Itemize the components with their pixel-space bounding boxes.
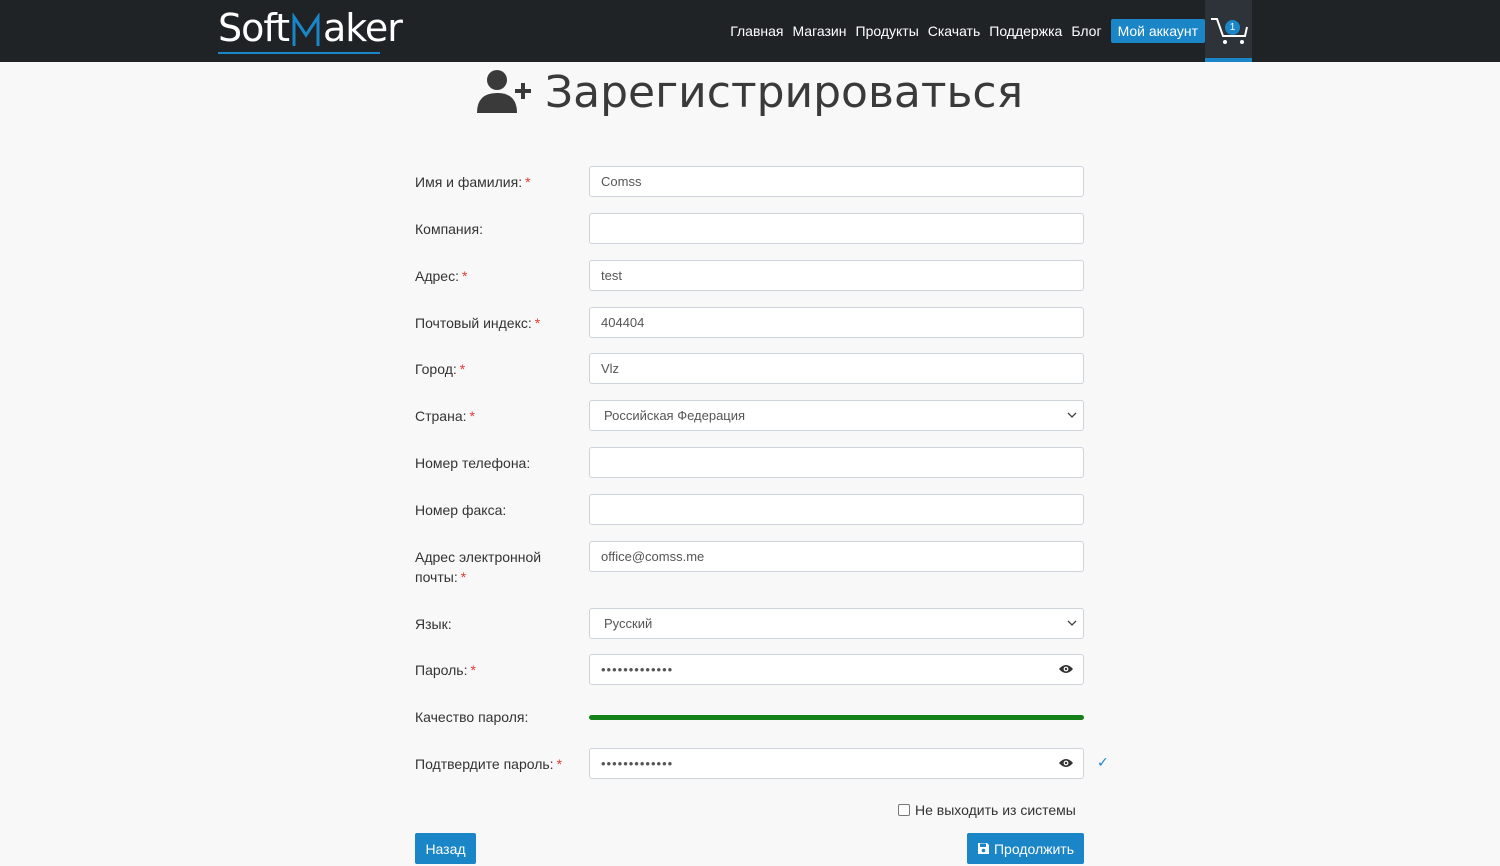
cart-button[interactable]: 1 xyxy=(1205,0,1252,62)
phone-label: Номер телефона: xyxy=(415,455,531,471)
zip-label: Почтовый индекс: * xyxy=(415,315,541,331)
save-icon xyxy=(977,843,989,854)
nav-download[interactable]: Скачать xyxy=(928,23,981,39)
page-title-text: Зарегистрироваться xyxy=(544,66,1024,118)
eye-icon[interactable] xyxy=(1058,663,1074,675)
fax-label: Номер факса: xyxy=(415,502,507,518)
confirm-password-value: ••••••••••••• xyxy=(601,756,674,771)
name-input[interactable]: Comss xyxy=(589,166,1084,197)
fax-input[interactable] xyxy=(589,494,1084,525)
language-select-value: Русский xyxy=(604,616,653,631)
nav-home[interactable]: Главная xyxy=(730,23,783,39)
email-input[interactable]: office@comss.me xyxy=(589,541,1084,572)
logo-m-icon xyxy=(291,12,321,47)
company-input[interactable] xyxy=(589,213,1084,244)
name-label: Имя и фамилия: * xyxy=(415,174,531,190)
phone-input[interactable] xyxy=(589,447,1084,478)
continue-button-label: Продолжить xyxy=(993,840,1075,857)
quality-label: Качество пароля: xyxy=(415,709,529,725)
remember-me-label: Не выходить из системы xyxy=(915,802,1076,818)
nav-shop[interactable]: Магазин xyxy=(792,23,846,39)
nav-blog[interactable]: Блог xyxy=(1071,23,1101,39)
confirm-password-input[interactable]: ••••••••••••• xyxy=(589,748,1084,779)
email-label: Адрес электронной почты: * xyxy=(415,549,542,585)
password-strength-bar xyxy=(589,715,1084,720)
password-match-check-icon: ✓ xyxy=(1097,754,1109,770)
logo-text-left: Soft xyxy=(218,6,290,50)
user-plus-icon xyxy=(476,70,531,113)
remember-me-checkbox[interactable]: Не выходить из системы xyxy=(898,802,1076,818)
softmaker-logo[interactable]: Soft aker xyxy=(218,6,403,54)
page-title: Зарегистрироваться xyxy=(0,62,1500,122)
back-button[interactable]: Назад xyxy=(415,833,476,864)
my-account-button[interactable]: Мой аккаунт xyxy=(1110,19,1205,43)
country-label: Страна: * xyxy=(415,408,475,424)
logo-text-right: aker xyxy=(322,6,403,50)
chevron-down-icon xyxy=(1067,620,1077,626)
confirm-password-label: Подтвердите пароль: * xyxy=(415,756,563,772)
chevron-down-icon xyxy=(1067,412,1077,418)
address-label: Адрес: * xyxy=(415,268,468,284)
password-input[interactable]: ••••••••••••• xyxy=(589,654,1084,685)
zip-input[interactable]: 404404 xyxy=(589,307,1084,338)
continue-button[interactable]: Продолжить xyxy=(967,833,1084,864)
country-select-value: Российская Федерация xyxy=(604,408,746,423)
eye-icon[interactable] xyxy=(1058,757,1074,769)
nav-products[interactable]: Продукты xyxy=(856,23,919,39)
language-select[interactable]: Русский xyxy=(589,608,1084,639)
city-label: Город: * xyxy=(415,361,466,377)
password-value: ••••••••••••• xyxy=(601,662,674,677)
language-label: Язык: xyxy=(415,616,452,632)
address-input[interactable]: test xyxy=(589,260,1084,291)
password-label: Пароль: * xyxy=(415,662,476,678)
logo-underline xyxy=(218,52,380,54)
checkbox-box[interactable] xyxy=(898,804,910,816)
top-header: Soft aker Главная Магазин Продукты Скача… xyxy=(0,0,1500,62)
nav-support[interactable]: Поддержка xyxy=(989,23,1062,39)
cart-count-badge: 1 xyxy=(1225,20,1240,35)
main-nav: Главная Магазин Продукты Скачать Поддерж… xyxy=(730,0,1500,62)
city-input[interactable]: Vlz xyxy=(589,353,1084,384)
company-label: Компания: xyxy=(415,221,483,237)
country-select[interactable]: Российская Федерация xyxy=(589,400,1084,431)
